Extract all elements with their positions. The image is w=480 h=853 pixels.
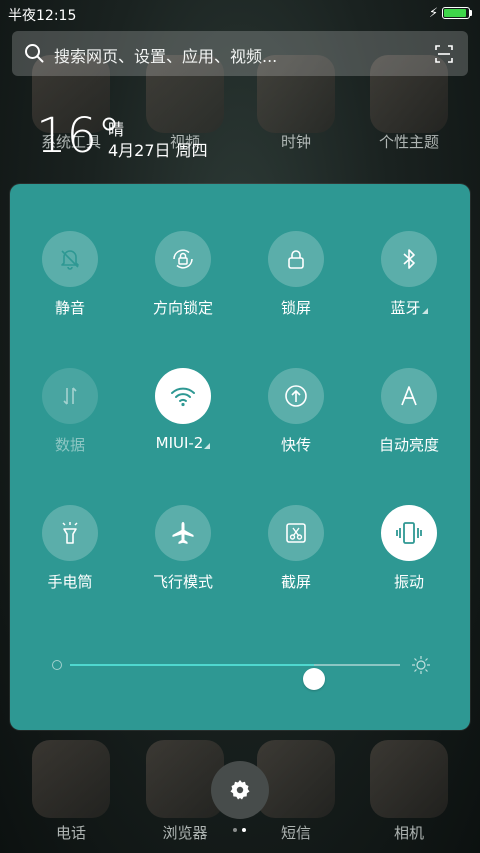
- dock-app-icon: [32, 740, 110, 818]
- page-indicator: [230, 828, 250, 834]
- search-placeholder[interactable]: 搜索网页、设置、应用、视频...: [54, 43, 277, 67]
- wifi-icon: [171, 387, 195, 407]
- transfer-icon: [285, 385, 307, 407]
- tile-circle[interactable]: [268, 368, 324, 424]
- search-icon: [25, 44, 44, 63]
- bluetooth-icon: [403, 249, 415, 269]
- tile-auto-brightness[interactable]: 自动亮度: [354, 368, 464, 455]
- slider-track[interactable]: [70, 664, 400, 690]
- tile-label: 振动: [393, 573, 424, 591]
- tile-circle[interactable]: [155, 505, 211, 561]
- lock-icon: [288, 250, 304, 269]
- dock-app-label: 短信: [280, 824, 311, 842]
- tile-label-text: 蓝牙: [390, 299, 421, 317]
- vibrate-icon: [396, 522, 422, 544]
- bell-off-icon: [61, 250, 79, 270]
- brightness-high-icon: [412, 656, 430, 674]
- tile-circle[interactable]: [268, 231, 324, 287]
- tile-circle[interactable]: [42, 368, 98, 424]
- brightness-low-icon: [52, 660, 62, 670]
- battery-tip: [470, 10, 472, 16]
- tile-circle[interactable]: [381, 368, 437, 424]
- tile-circle[interactable]: [42, 231, 98, 287]
- page-dot-active: [242, 828, 246, 832]
- tile-vibrate[interactable]: 振动: [354, 505, 464, 592]
- charging-bolt-icon: ⚡: [429, 6, 439, 21]
- battery-fill: [444, 9, 466, 17]
- flashlight-icon: [62, 522, 78, 544]
- tile-label: 快传: [280, 436, 311, 454]
- tile-silent[interactable]: 静音: [15, 231, 125, 318]
- dock-app-label: 浏览器: [162, 824, 208, 842]
- tile-circle[interactable]: [155, 231, 211, 287]
- page-dot: [233, 828, 237, 832]
- airplane-icon: [172, 522, 194, 544]
- settings-button[interactable]: [211, 761, 269, 819]
- submenu-indicator-icon: [204, 443, 211, 449]
- tile-label: 截屏: [280, 573, 311, 591]
- tile-circle[interactable]: [155, 368, 211, 424]
- auto-brightness-icon: [401, 386, 417, 406]
- slider-thumb[interactable]: [303, 668, 326, 690]
- quick-settings-panel: 静音 方向锁定 锁屏 蓝牙 数据 MIUI-2 快传 自动亮度 手电筒 飞行模式…: [10, 184, 470, 730]
- tile-flashlight[interactable]: 手电筒: [15, 505, 125, 592]
- tile-label: 蓝牙: [354, 297, 464, 318]
- bg-app-label: 时钟: [280, 133, 311, 151]
- status-bar: 半夜12:15 ⚡: [0, 0, 480, 28]
- tile-label-text: MIUI-2: [155, 434, 204, 452]
- data-arrows-icon: [63, 387, 77, 405]
- scan-icon[interactable]: [434, 44, 454, 64]
- screenshot-icon: [286, 523, 306, 543]
- bg-app-label: 个性主题: [378, 133, 439, 151]
- dock-app-icon: [370, 740, 448, 818]
- tile-label: 锁屏: [280, 299, 311, 317]
- tile-circle[interactable]: [381, 231, 437, 287]
- tile-label: 飞行模式: [152, 573, 213, 591]
- slider-fill: [70, 664, 315, 666]
- tile-screenshot[interactable]: 截屏: [241, 505, 351, 592]
- tile-wifi[interactable]: MIUI-2: [128, 368, 238, 452]
- dock-app-label: 相机: [393, 824, 424, 842]
- tile-label: MIUI-2: [128, 434, 238, 452]
- tile-bluetooth[interactable]: 蓝牙: [354, 231, 464, 318]
- tile-label: 静音: [54, 299, 85, 317]
- tile-label: 自动亮度: [378, 436, 439, 454]
- gear-icon: [230, 780, 250, 800]
- battery-icon: [442, 7, 470, 19]
- dock-app-icon: [257, 740, 335, 818]
- tile-label: 数据: [54, 436, 85, 454]
- submenu-indicator-icon: [421, 308, 428, 314]
- tile-label: 手电筒: [47, 573, 93, 591]
- tile-label: 方向锁定: [152, 299, 213, 317]
- rotation-lock-icon: [173, 249, 193, 269]
- tile-circle[interactable]: [381, 505, 437, 561]
- tile-airplane-mode[interactable]: 飞行模式: [128, 505, 238, 592]
- brightness-slider[interactable]: [40, 650, 440, 690]
- status-time: 半夜12:15: [8, 8, 77, 24]
- search-bar[interactable]: 搜索网页、设置、应用、视频...: [12, 31, 468, 76]
- dock-app-label: 电话: [55, 824, 86, 842]
- tile-mobile-data[interactable]: 数据: [15, 368, 125, 455]
- tile-rotation-lock[interactable]: 方向锁定: [128, 231, 238, 318]
- tile-quick-transfer[interactable]: 快传: [241, 368, 351, 455]
- weather-date: 4月27日 周四: [108, 141, 208, 160]
- tile-lock-screen[interactable]: 锁屏: [241, 231, 351, 318]
- tile-circle[interactable]: [42, 505, 98, 561]
- tile-circle[interactable]: [268, 505, 324, 561]
